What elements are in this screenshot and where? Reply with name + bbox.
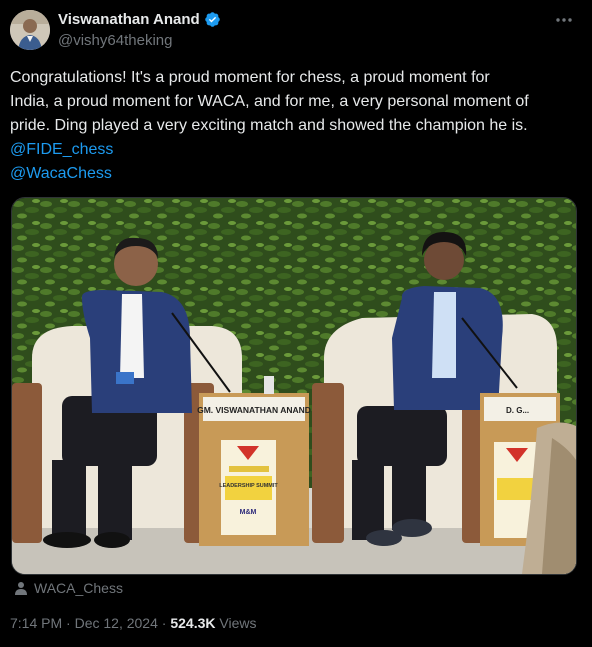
author-name[interactable]: Viswanathan Anand [58, 11, 200, 28]
person-icon [15, 582, 27, 595]
meta-separator: · [161, 615, 167, 631]
tweet-line: India, a proud moment for WACA, and for … [10, 93, 529, 110]
tweet-date[interactable]: Dec 12, 2024 [75, 615, 158, 631]
banner-brand: M&M [240, 509, 257, 516]
banner-title: LEADERSHIP SUMMIT [219, 483, 278, 489]
tweet-time[interactable]: 7:14 PM [10, 615, 62, 631]
mention-link-fide[interactable]: @FIDE_chess [10, 141, 113, 158]
tweet-line: pride. Ding played a very exciting match… [10, 117, 528, 134]
tweet-header: Viswanathan Anand @vishy64theking [10, 8, 582, 52]
more-options-icon[interactable] [554, 14, 574, 26]
right-nameplate: D. G... [506, 406, 529, 415]
views-label: Views [219, 615, 257, 631]
verified-badge-icon [204, 12, 220, 27]
meta-separator: · [66, 615, 71, 631]
views-count: 524.3K [170, 615, 216, 631]
photo-credit[interactable]: WACA_Chess [14, 580, 123, 596]
credit-text: WACA_Chess [34, 580, 123, 596]
tweet-meta: 7:14 PM · Dec 12, 2024 · 524.3K Views [10, 615, 256, 631]
event-photo: GM. VISWANATHAN ANAND LEADERSHIP SUMMIT … [12, 198, 576, 574]
mention-link-waca[interactable]: @WacaChess [10, 165, 112, 182]
tweet-photo[interactable]: GM. VISWANATHAN ANAND LEADERSHIP SUMMIT … [11, 197, 577, 575]
tweet-text: Congratulations! It's a proud moment for… [10, 66, 582, 186]
author-handle[interactable]: @vishy64theking [58, 32, 172, 49]
avatar[interactable] [10, 10, 50, 50]
left-nameplate: GM. VISWANATHAN ANAND [197, 405, 311, 415]
tweet-line: Congratulations! It's a proud moment for… [10, 69, 490, 86]
